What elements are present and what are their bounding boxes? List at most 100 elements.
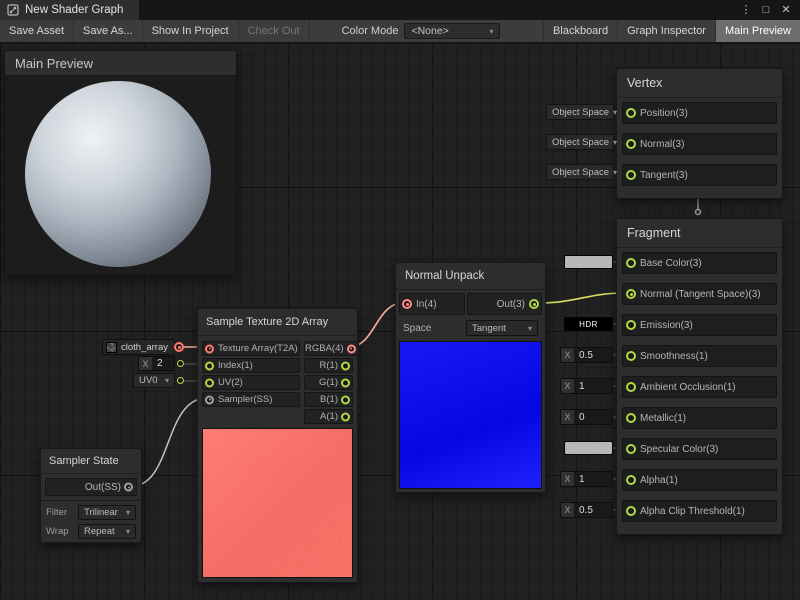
port-g-out[interactable]	[341, 378, 350, 387]
port-ambient-occlusion-in[interactable]	[626, 382, 636, 392]
input-label: UV(2)	[218, 377, 243, 388]
uv-channel-value: UV0	[139, 375, 157, 386]
port-alpha-in[interactable]	[626, 475, 636, 485]
port-out-ss[interactable]	[124, 483, 133, 492]
position-space-value: Object Space	[552, 107, 609, 118]
port-rgba-out[interactable]	[347, 344, 356, 353]
fragment-row-normal: Normal (Tangent Space)(3)	[622, 283, 777, 305]
sample-texture-2d-array-node[interactable]: Sample Texture 2D Array Texture Array(T2…	[197, 308, 358, 583]
index-connector-dot	[177, 360, 184, 367]
port-normal-tangent-in[interactable]	[626, 289, 636, 299]
port-cloth-array-out[interactable]	[174, 342, 184, 352]
port-smoothness-in[interactable]	[626, 351, 636, 361]
wrap-label: Wrap	[46, 526, 69, 537]
port-tangent-in[interactable]	[626, 170, 636, 180]
base-color-swatch[interactable]	[564, 255, 613, 269]
tangent-space-dropdown[interactable]: Object Space ▾	[546, 164, 614, 180]
port-r-out[interactable]	[341, 361, 350, 370]
port-normal-in[interactable]	[626, 139, 636, 149]
wrap-row: Wrap Repeat ▾	[46, 523, 136, 539]
normal-unpack-node[interactable]: Normal Unpack In(4) Out(3) Space Tangent…	[395, 262, 546, 493]
port-out3[interactable]	[529, 299, 539, 309]
fragment-row-label: Alpha Clip Threshold(1)	[640, 506, 745, 517]
alpha-clip-field[interactable]: X 0.5	[560, 502, 613, 518]
alpha-value: 1	[574, 472, 612, 486]
input-label: Texture Array(T2A)	[218, 343, 298, 354]
texture-thumbnail-icon	[106, 342, 117, 353]
fragment-row-base-color: Base Color(3)	[622, 252, 777, 274]
fragment-rows: Base Color(3) Normal (Tangent Space)(3) …	[617, 248, 782, 534]
input-label: Index(1)	[218, 360, 253, 371]
menu-icon[interactable]: ⋮	[736, 0, 756, 20]
chevron-down-icon: ▾	[165, 376, 169, 385]
wrap-dropdown[interactable]: Repeat ▾	[78, 524, 136, 539]
smoothness-field[interactable]: X 0.5	[560, 347, 613, 363]
fragment-row-ambient-occlusion: Ambient Occlusion(1)	[622, 376, 777, 398]
blackboard-toggle[interactable]: Blackboard	[543, 20, 617, 42]
ambient-occlusion-value: 1	[574, 379, 612, 393]
fragment-row-label: Base Color(3)	[640, 258, 702, 269]
space-dropdown[interactable]: Tangent ▾	[466, 320, 538, 336]
x-axis-label: X	[561, 379, 574, 393]
port-base-color-in[interactable]	[626, 258, 636, 268]
sphere-noise-texture	[25, 81, 211, 267]
emission-hdr-swatch[interactable]: HDR	[564, 317, 613, 331]
port-emission-in[interactable]	[626, 320, 636, 330]
cloth-array-property-pill[interactable]: cloth_array	[102, 339, 175, 355]
property-label: cloth_array	[121, 342, 168, 353]
port-a-out[interactable]	[341, 412, 350, 421]
normal-space-dropdown[interactable]: Object Space ▾	[546, 134, 614, 150]
save-asset-button[interactable]: Save Asset	[0, 20, 74, 42]
vertex-node[interactable]: Vertex Position(3) Normal(3) Tangent(3)	[616, 68, 783, 199]
sampler-state-node[interactable]: Sampler State Out(SS) Filter Trilinear ▾…	[40, 448, 142, 543]
row-rgba-out: RGBA(4)	[304, 341, 359, 356]
port-in4[interactable]	[402, 299, 412, 309]
normal-unpack-ports: In(4) Out(3)	[399, 293, 542, 315]
out-ss-label: Out(SS)	[85, 482, 121, 493]
port-specular-color-in[interactable]	[626, 444, 636, 454]
port-sampler-in[interactable]	[205, 395, 214, 404]
port-uv-in[interactable]	[205, 378, 214, 387]
position-space-dropdown[interactable]: Object Space ▾	[546, 104, 614, 120]
port-alpha-clip-in[interactable]	[626, 506, 636, 516]
alpha-field[interactable]: X 1	[560, 471, 613, 487]
close-icon[interactable]: ✕	[776, 0, 796, 20]
filter-dropdown[interactable]: Trilinear ▾	[78, 505, 136, 520]
specular-color-swatch[interactable]	[564, 441, 613, 455]
port-position-in[interactable]	[626, 108, 636, 118]
normal-map-image	[400, 342, 541, 488]
show-in-project-button[interactable]: Show In Project	[143, 20, 239, 42]
x-axis-label: X	[561, 472, 574, 486]
port-b-out[interactable]	[341, 395, 350, 404]
ambient-occlusion-field[interactable]: X 1	[560, 378, 613, 394]
color-mode-dropdown[interactable]: <None> ▾	[404, 23, 500, 39]
x-axis-label: X	[561, 503, 574, 517]
preview-sphere[interactable]	[25, 81, 211, 267]
chevron-down-icon: ▾	[126, 508, 130, 517]
filter-row: Filter Trilinear ▾	[46, 504, 136, 520]
save-as-button[interactable]: Save As...	[74, 20, 143, 42]
tab-new-shader-graph[interactable]: New Shader Graph	[0, 0, 139, 20]
in-label: In(4)	[416, 299, 437, 310]
port-texture-array-in[interactable]	[205, 344, 214, 353]
maximize-icon[interactable]: □	[756, 0, 776, 20]
sampler-state-title: Sampler State	[41, 449, 141, 474]
x-axis-label: X	[561, 348, 574, 362]
vertex-row-label: Tangent(3)	[640, 170, 688, 181]
normal-unpack-title: Normal Unpack	[396, 263, 545, 290]
row-uv: UV(2)	[202, 375, 300, 390]
uv-channel-dropdown[interactable]: UV0 ▾	[133, 373, 175, 388]
metallic-field[interactable]: X 0	[560, 409, 613, 425]
fragment-row-alpha-clip: Alpha Clip Threshold(1)	[622, 500, 777, 522]
row-index: Index(1)	[202, 358, 300, 373]
graph-inspector-toggle[interactable]: Graph Inspector	[617, 20, 715, 42]
port-metallic-in[interactable]	[626, 413, 636, 423]
fragment-node[interactable]: Fragment Base Color(3) Normal (Tangent S…	[616, 218, 783, 535]
window-controls: ⋮ □ ✕	[736, 0, 800, 20]
vertex-row-label: Position(3)	[640, 108, 688, 119]
row-texture-array: Texture Array(T2A)	[202, 341, 300, 356]
port-index-in[interactable]	[205, 361, 214, 370]
row-b-out: B(1)	[304, 392, 353, 407]
index-field[interactable]: X 2	[138, 356, 175, 371]
main-preview-toggle[interactable]: Main Preview	[715, 20, 800, 42]
